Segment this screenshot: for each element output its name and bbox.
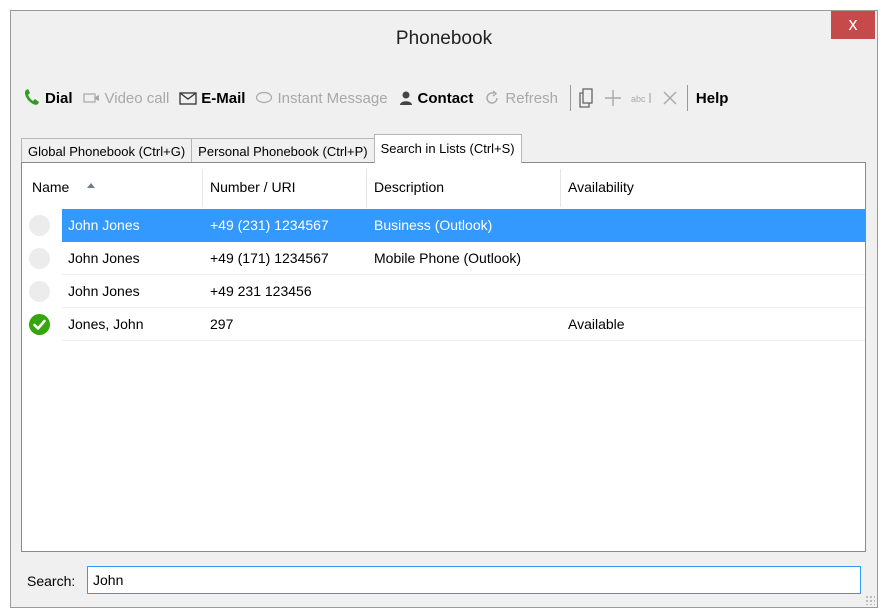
dial-button[interactable]: Dial: [23, 88, 73, 108]
search-bar: Search:: [21, 563, 866, 597]
presence-unknown-icon: [29, 248, 50, 269]
toolbar: Dial Video call E-Mail Instant Message C…: [11, 69, 877, 127]
cell-name: John Jones: [68, 283, 140, 299]
refresh-button[interactable]: Refresh: [483, 89, 558, 107]
contact-label: Contact: [417, 89, 474, 107]
table-row[interactable]: John Jones +49 (171) 1234567 Mobile Phon…: [22, 242, 865, 275]
column-separator[interactable]: [560, 169, 561, 207]
copy-icon[interactable]: [579, 88, 595, 108]
cell-name: Jones, John: [68, 316, 144, 332]
column-header-description[interactable]: Description: [366, 169, 445, 207]
help-button[interactable]: Help: [696, 90, 729, 107]
presence-unknown-icon: [29, 215, 50, 236]
column-header-availability-label: Availability: [568, 179, 634, 195]
window-title: Phonebook: [395, 28, 493, 49]
video-call-label: Video call: [104, 89, 170, 107]
column-header-description-label: Description: [374, 179, 445, 195]
tab-strip: Global Phonebook (Ctrl+G) Personal Phone…: [21, 133, 522, 163]
cell-availability: Available: [568, 316, 625, 332]
email-button[interactable]: E-Mail: [179, 90, 245, 107]
cell-name: John Jones: [68, 250, 140, 266]
column-separator[interactable]: [202, 169, 203, 207]
svg-text:abc: abc: [631, 94, 646, 104]
add-icon[interactable]: [603, 88, 623, 108]
help-label: Help: [695, 89, 729, 107]
contact-button[interactable]: Contact: [398, 89, 474, 107]
instant-message-label: Instant Message: [277, 89, 388, 107]
column-header-availability[interactable]: Availability: [560, 169, 634, 207]
list-header: Name Number / URI Description Availabili…: [22, 163, 865, 207]
resize-grip-icon[interactable]: [865, 595, 875, 605]
cell-number: +49 231 123456: [210, 283, 312, 299]
column-header-number[interactable]: Number / URI: [202, 169, 296, 207]
results-list: Name Number / URI Description Availabili…: [21, 162, 866, 552]
row-divider: [62, 340, 865, 341]
tab-personal-phonebook[interactable]: Personal Phonebook (Ctrl+P): [191, 138, 375, 163]
column-header-name[interactable]: Name: [32, 179, 95, 195]
instant-message-button[interactable]: Instant Message: [255, 89, 388, 107]
cell-name: John Jones: [68, 217, 140, 233]
presence-unknown-icon: [29, 281, 50, 302]
available-check-icon: [29, 314, 50, 335]
phone-icon: [23, 88, 41, 108]
phonebook-window: Phonebook x Dial Video call E-Mail Insta…: [10, 10, 878, 608]
delete-icon[interactable]: [661, 89, 679, 107]
sort-ascending-icon: [87, 183, 95, 188]
search-label: Search:: [27, 573, 76, 589]
refresh-icon: [483, 89, 501, 107]
refresh-label: Refresh: [505, 89, 558, 107]
cell-description: Mobile Phone (Outlook): [374, 250, 522, 266]
tab-search-in-lists[interactable]: Search in Lists (Ctrl+S): [373, 134, 522, 163]
table-row[interactable]: John Jones +49 (231) 1234567 Business (O…: [22, 209, 865, 242]
column-header-number-label: Number / URI: [210, 179, 296, 195]
cell-number: 297: [210, 316, 234, 332]
dial-label: Dial: [45, 89, 73, 107]
column-separator[interactable]: [366, 169, 367, 207]
toolbar-separator: [569, 85, 571, 111]
cell-number: +49 (171) 1234567: [210, 250, 329, 266]
envelope-icon: [179, 91, 197, 105]
video-camera-icon: [82, 91, 101, 105]
tab-global-phonebook[interactable]: Global Phonebook (Ctrl+G): [21, 138, 193, 163]
cell-number: +49 (231) 1234567: [210, 217, 329, 233]
video-call-button[interactable]: Video call: [82, 89, 170, 107]
chat-bubble-icon: [255, 91, 273, 105]
search-input[interactable]: [87, 566, 861, 594]
column-header-name-label: Name: [32, 179, 70, 195]
email-label: E-Mail: [201, 89, 246, 107]
rename-icon[interactable]: abc: [631, 91, 653, 105]
cell-description: Business (Outlook): [374, 217, 493, 233]
toolbar-separator-2: [686, 85, 688, 111]
person-icon: [398, 90, 414, 106]
table-row[interactable]: John Jones +49 231 123456: [22, 275, 865, 308]
title-bar: Phonebook x: [11, 11, 877, 69]
close-button[interactable]: x: [831, 11, 875, 39]
table-row[interactable]: Jones, John 297 Available: [22, 308, 865, 341]
